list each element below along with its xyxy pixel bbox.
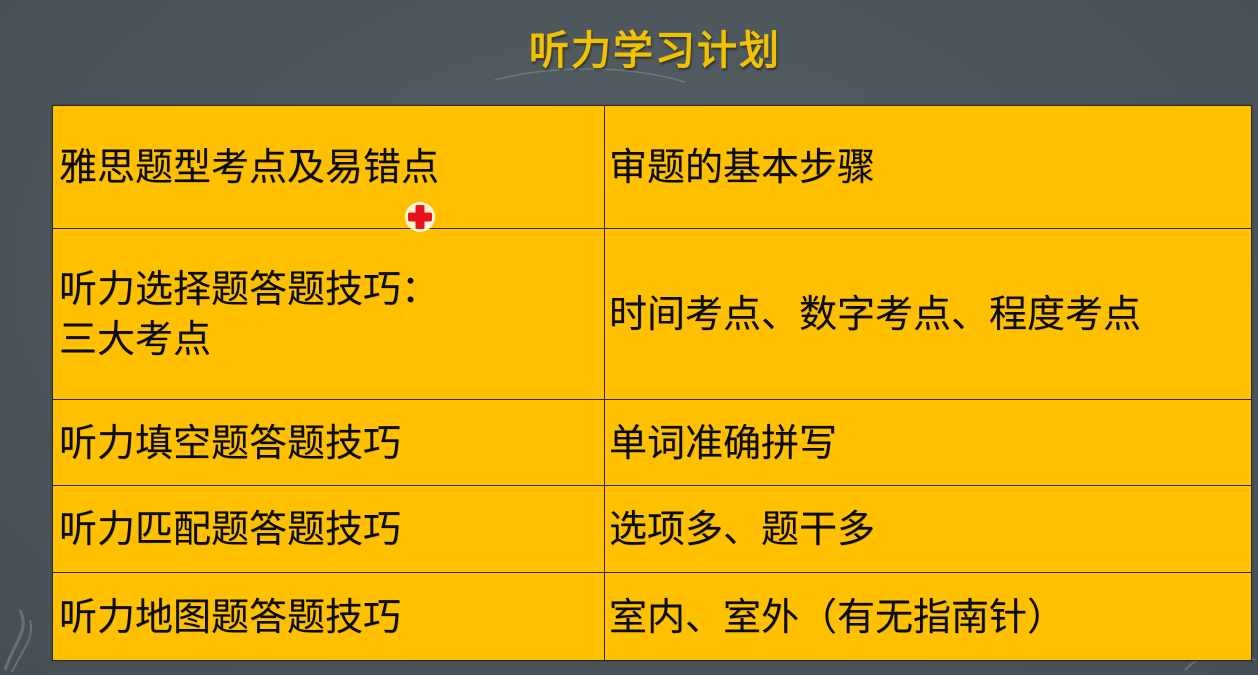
table-cell-topic: 听力匹配题答题技巧 <box>52 485 605 573</box>
table-cell-topic: 雅思题型考点及易错点 <box>52 105 605 229</box>
cell-text: 听力地图题答题技巧 <box>59 594 402 639</box>
red-cross-cursor-icon <box>405 202 435 232</box>
cell-text: 三大考点 <box>59 317 212 361</box>
table-cell-detail: 单词准确拼写 <box>604 399 1252 486</box>
study-plan-table: 雅思题型考点及易错点 审题的基本步骤 听力选择题答题技巧： 三大考点 时间考点、… <box>52 105 1252 661</box>
table-row: 听力地图题答题技巧 室内、室外（有无指南针） <box>52 572 1252 661</box>
table-row: 听力填空题答题技巧 单词准确拼写 <box>52 399 1252 486</box>
cell-text: 听力选择题答题技巧： <box>59 267 440 311</box>
table-cell-topic: 听力地图题答题技巧 <box>52 572 605 661</box>
table-cell-topic: 听力选择题答题技巧： 三大考点 <box>52 228 605 400</box>
cell-text: 雅思题型考点及易错点 <box>59 145 440 189</box>
table-cell-detail: 审题的基本步骤 <box>604 105 1252 229</box>
decorative-swirl-left <box>3 609 33 673</box>
slide: 听力学习计划 雅思题型考点及易错点 审题的基本步骤 听力选择题答题技巧： 三大考… <box>0 0 1258 675</box>
table-row: 听力选择题答题技巧： 三大考点 时间考点、数字考点、程度考点 <box>52 228 1252 400</box>
table-row: 雅思题型考点及易错点 审题的基本步骤 <box>52 105 1252 229</box>
cell-text: 听力匹配题答题技巧 <box>59 507 402 551</box>
table-cell-detail: 室内、室外（有无指南针） <box>604 572 1252 661</box>
cell-text: 听力填空题答题技巧 <box>59 420 402 465</box>
table-row: 听力匹配题答题技巧 选项多、题干多 <box>52 485 1252 573</box>
table-cell-topic: 听力填空题答题技巧 <box>52 399 605 486</box>
table-cell-detail: 选项多、题干多 <box>604 485 1252 573</box>
page-title: 听力学习计划 <box>529 28 781 74</box>
table-cell-detail: 时间考点、数字考点、程度考点 <box>604 228 1252 400</box>
